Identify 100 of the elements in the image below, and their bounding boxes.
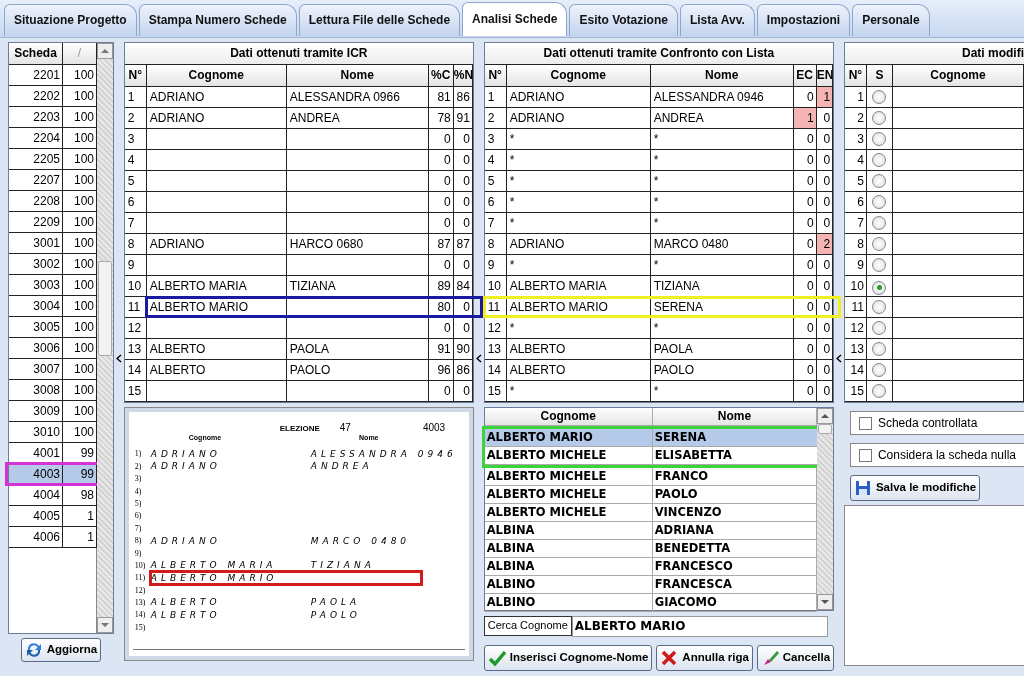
handwritten-text: ALBERTO <box>150 597 222 609</box>
scrollbar[interactable] <box>817 408 834 610</box>
scroll-thumb[interactable] <box>818 424 833 434</box>
table-cell[interactable]: 3010 <box>9 422 63 443</box>
tab[interactable]: Stampa Numero Schede <box>138 4 297 36</box>
list-item[interactable]: ALBINA <box>484 522 653 540</box>
column-header[interactable]: Cognome <box>506 65 651 87</box>
column-header[interactable]: %C <box>428 65 454 87</box>
table-cell[interactable]: 2203 <box>9 107 63 128</box>
tab[interactable]: Analisi Schede <box>462 2 568 36</box>
list-item[interactable]: ALBERTO MICHELE <box>484 504 653 522</box>
action-button[interactable]: Annulla riga <box>656 645 753 671</box>
column-header[interactable]: N° <box>484 65 507 87</box>
radio-button[interactable] <box>872 153 887 167</box>
column-header[interactable]: Cognome <box>484 408 653 426</box>
table-cell[interactable]: 4006 <box>9 527 63 548</box>
table-cell[interactable]: 2207 <box>9 170 63 191</box>
tab[interactable]: Lista Avv. <box>679 4 755 36</box>
list-item[interactable]: GIACOMO <box>652 594 818 612</box>
table-cell[interactable]: 2208 <box>9 191 63 212</box>
tab[interactable]: Personale <box>852 4 930 36</box>
table-cell: 0 <box>428 150 454 171</box>
table-cell[interactable]: 2204 <box>9 128 63 149</box>
scrollbar[interactable] <box>97 43 113 633</box>
table-cell[interactable]: 3001 <box>9 233 63 254</box>
radio-button[interactable] <box>872 195 887 209</box>
column-header[interactable]: S <box>866 65 893 87</box>
column-header[interactable]: %N <box>453 65 473 87</box>
checkbox[interactable] <box>858 448 872 462</box>
list-item[interactable]: ALBINA <box>484 540 653 558</box>
refresh-icon <box>24 641 43 659</box>
radio-button[interactable] <box>872 132 887 146</box>
list-item[interactable]: ALBERTO MICHELE <box>484 447 653 465</box>
table-cell[interactable]: 3009 <box>9 401 63 422</box>
radio-button[interactable] <box>872 111 887 125</box>
list-item[interactable]: ALBERTO MICHELE <box>484 486 653 504</box>
search-field[interactable]: ALBERTO MARIO <box>571 615 829 637</box>
list-item[interactable]: SERENA <box>652 429 819 447</box>
column-header[interactable]: N° <box>844 65 867 87</box>
tab[interactable]: Esito Votazione <box>569 4 678 36</box>
table-cell: 8 <box>844 234 867 255</box>
tab[interactable]: Lettura File delle Schede <box>298 4 461 36</box>
column-header[interactable]: Scheda <box>9 43 63 65</box>
list-item[interactable]: PAOLO <box>652 486 818 504</box>
list-item[interactable]: ALBINA <box>484 558 653 576</box>
radio-button[interactable] <box>872 237 887 251</box>
radio-button[interactable] <box>872 90 887 104</box>
action-button[interactable]: Inserisci Cognome-Nome <box>483 645 653 671</box>
list-item[interactable]: ALBERTO MICHELE <box>484 468 653 486</box>
list-item[interactable]: ALBINO <box>484 594 653 612</box>
radio-button[interactable] <box>872 321 887 335</box>
table-cell[interactable]: 2209 <box>9 212 63 233</box>
action-button[interactable]: Cancella <box>756 645 835 671</box>
refresh-button[interactable]: Aggiorna <box>20 638 102 662</box>
list-item[interactable]: VINCENZO <box>652 504 818 522</box>
table-cell[interactable]: 3003 <box>9 275 63 296</box>
table-cell[interactable]: 3006 <box>9 338 63 359</box>
radio-button[interactable] <box>872 280 887 295</box>
radio-button[interactable] <box>872 258 887 272</box>
list-item[interactable]: BENEDETTA <box>652 540 818 558</box>
scroll-thumb[interactable] <box>98 261 112 356</box>
column-header[interactable]: Nome <box>652 408 818 426</box>
radio-button[interactable] <box>872 216 887 230</box>
radio-button[interactable] <box>872 174 887 188</box>
table-cell[interactable]: 3007 <box>9 359 63 380</box>
table-cell[interactable]: 3004 <box>9 296 63 317</box>
column-header[interactable]: Nome <box>286 65 429 87</box>
radio-button[interactable] <box>872 342 887 356</box>
column-header[interactable]: Nome <box>650 65 794 87</box>
column-header[interactable]: Cognome <box>146 65 287 87</box>
table-cell[interactable]: 4001 <box>9 443 63 464</box>
list-item[interactable]: FRANCO <box>652 468 818 486</box>
radio-button[interactable] <box>872 300 887 314</box>
list-item[interactable]: ALBERTO MARIO <box>484 429 653 447</box>
tab[interactable]: Situazione Progetto <box>4 4 137 36</box>
table-cell: 0 <box>816 276 834 297</box>
table-cell[interactable]: 2202 <box>9 86 63 107</box>
list-item[interactable]: FRANCESCO <box>652 558 818 576</box>
table-cell[interactable]: 3008 <box>9 380 63 401</box>
table-cell[interactable]: 2205 <box>9 149 63 170</box>
column-header[interactable]: Cognome <box>892 65 1024 87</box>
save-button[interactable]: Salva le modifiche <box>849 475 981 501</box>
table-cell[interactable]: 4004 <box>9 485 63 506</box>
table-cell[interactable]: 3002 <box>9 254 63 275</box>
table-cell: 86 <box>453 360 473 381</box>
table-cell[interactable]: 4005 <box>9 506 63 527</box>
radio-button[interactable] <box>872 363 887 377</box>
table-cell[interactable]: 4003 <box>9 464 63 485</box>
list-item[interactable]: FRANCESCA <box>652 576 818 594</box>
tab[interactable]: Impostazioni <box>756 4 851 36</box>
column-header[interactable]: N° <box>124 65 147 87</box>
list-item[interactable]: ADRIANA <box>652 522 818 540</box>
radio-button[interactable] <box>872 384 887 398</box>
table-cell[interactable]: 2201 <box>9 65 63 86</box>
list-item[interactable]: ALBINO <box>484 576 653 594</box>
table-cell[interactable]: 3005 <box>9 317 63 338</box>
column-header[interactable]: EC <box>793 65 817 87</box>
checkbox[interactable] <box>858 416 872 430</box>
line-number: 3) <box>134 474 143 484</box>
table-cell: 0 <box>816 339 834 360</box>
